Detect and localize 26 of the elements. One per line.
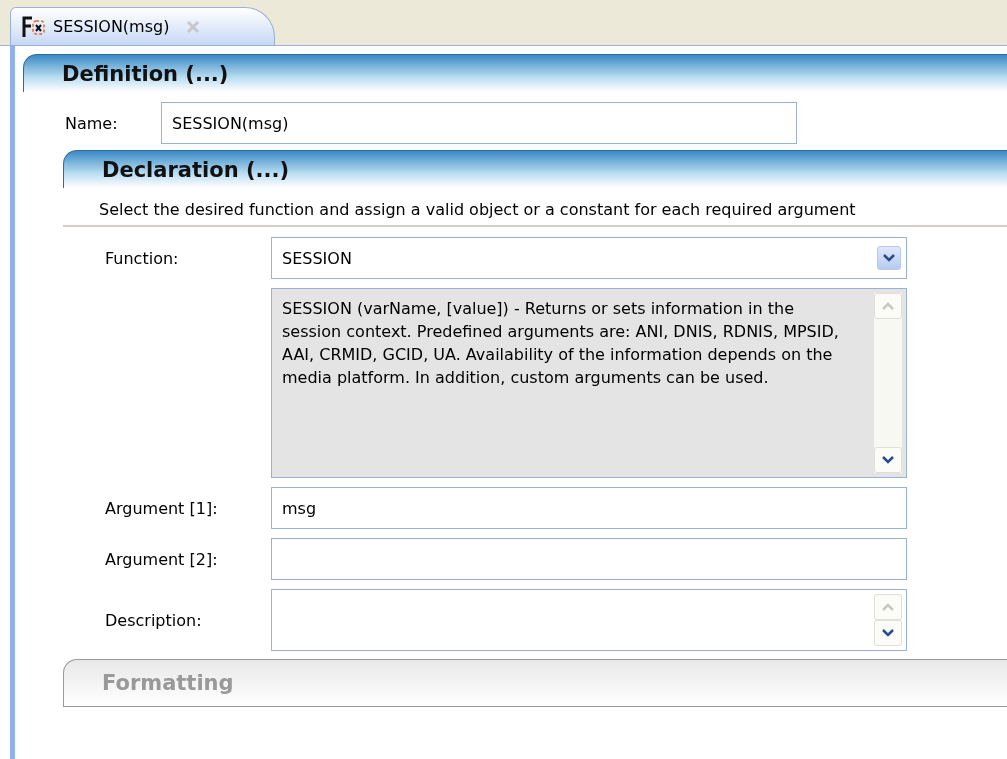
argument-input[interactable]: msg — [271, 487, 907, 529]
function-help-text: SESSION (varName, [value]) - Returns or sets information in the session context. Predefined arguments are: ANI, DNIS, RDNIS, MPSID, AAI, CRMID, GCID, UA. Availability of the information depends on the media platform. In addition, custom arguments can be used. — [271, 288, 907, 478]
function-icon — [21, 14, 47, 39]
field-label: Function: — [105, 248, 180, 268]
field-label: Name: — [65, 113, 119, 133]
name-input[interactable]: SESSION(msg) — [161, 102, 797, 144]
argument-input[interactable] — [271, 538, 907, 580]
function-dropdown[interactable]: SESSION — [271, 237, 907, 279]
instruction-text: Select the desired function and assign a valid object or a constant for each required argument — [63, 188, 1007, 227]
field-label: Description: — [105, 610, 203, 630]
section-header[interactable]: Definition (...) — [23, 54, 1007, 92]
field-label: Argument [1]: — [105, 498, 219, 518]
section-header[interactable]: Declaration (...) — [63, 150, 1007, 188]
tab-title: SESSION(msg) — [53, 17, 170, 36]
scrollbar[interactable] — [874, 594, 902, 646]
scrollbar[interactable] — [874, 293, 902, 473]
scroll-up-icon[interactable] — [881, 301, 895, 311]
scroll-down-icon[interactable] — [881, 628, 895, 638]
dropdown-button[interactable] — [877, 246, 901, 270]
scroll-down-icon[interactable] — [881, 455, 895, 465]
field-label: Argument [2]: — [105, 549, 219, 569]
description-input[interactable] — [271, 589, 907, 651]
chevron-down-icon[interactable] — [882, 253, 896, 263]
editor-tab[interactable]: SESSION(msg) — [10, 7, 275, 45]
close-icon[interactable] — [185, 18, 202, 35]
scroll-up-icon[interactable] — [881, 602, 895, 612]
